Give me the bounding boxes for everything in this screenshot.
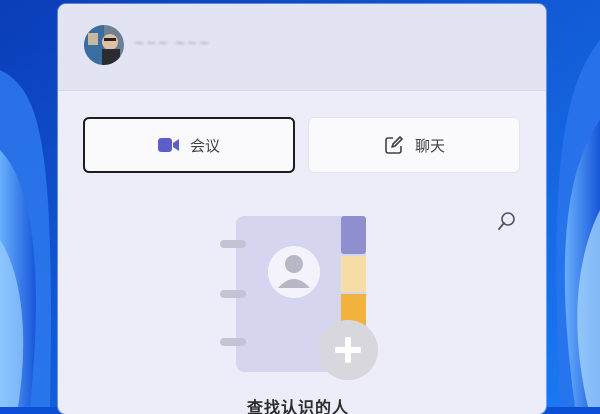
video-camera-icon: [157, 136, 180, 154]
meet-button[interactable]: 会议: [83, 117, 295, 173]
chat-button-label: 聊天: [414, 136, 445, 155]
chat-flyout-panel: ~~~ ~~~ 会议 聊天 查找认识的人: [58, 4, 546, 414]
compose-icon: [383, 136, 405, 154]
profile-header: ~~~ ~~~: [58, 4, 546, 91]
empty-state-hint: 查找认识的人: [247, 398, 350, 414]
chat-button[interactable]: 聊天: [308, 117, 520, 173]
user-avatar[interactable]: [84, 25, 124, 65]
user-display-name: ~~~ ~~~: [134, 36, 211, 51]
search-icon[interactable]: [496, 210, 518, 232]
contacts-book-icon: [220, 216, 378, 380]
meet-button-label: 会议: [189, 136, 220, 155]
